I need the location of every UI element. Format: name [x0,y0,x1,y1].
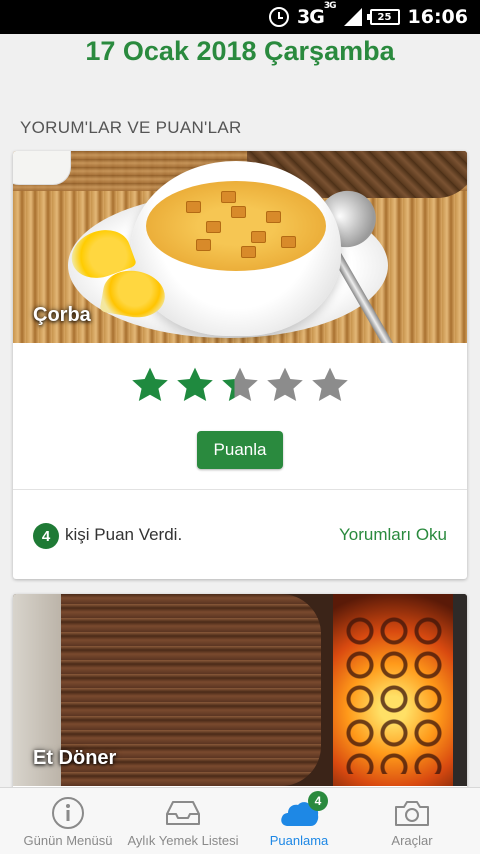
status-icons: 3G3G 25 16:06 [269,0,468,34]
signal-icon [343,8,362,26]
status-bar: 3G3G 25 16:06 [0,0,480,34]
food-image-doner[interactable]: Et Döner [13,594,467,786]
nav-label: Aylık Yemek Listesi [127,833,239,848]
bottom-navigation: Günün Menüsü Aylık Yemek Listesi 4 Puanl… [0,787,480,854]
section-title: YORUM'LAR VE PUAN'LAR [20,118,242,137]
notification-badge: 4 [308,791,328,811]
rating-stars[interactable] [13,363,467,407]
food-name: Çorba [33,304,91,326]
nav-item-gunun-menusu[interactable]: Günün Menüsü [8,788,128,854]
divider [13,489,467,490]
food-card-corba: Çorba Puanla 4 kişi Puan Verdi. Yorumlar… [13,151,467,579]
voter-count-badge: 4 [33,523,59,549]
star-icon[interactable] [218,363,262,407]
rate-button[interactable]: Puanla [197,431,283,469]
star-icon[interactable] [173,363,217,407]
nav-label: Puanlama [269,833,329,848]
cup [13,151,71,185]
post [453,594,467,786]
nav-item-araclar[interactable]: Araçlar [362,788,462,854]
nav-item-puanlama[interactable]: 4 Puanlama [252,788,346,854]
page-title: 17 Ocak 2018 Çarşamba [85,36,395,66]
battery-icon: 25 [366,9,400,25]
grill [343,614,443,774]
alarm-icon [269,7,290,27]
star-icon[interactable] [308,363,352,407]
star-icon[interactable] [263,363,307,407]
camera-icon [395,801,429,826]
nav-label: Günün Menüsü [23,833,113,848]
clock: 16:06 [407,6,468,28]
inbox-icon [166,801,200,825]
network-type: 3G3G [297,0,336,28]
read-comments-link[interactable]: Yorumları Oku [339,525,447,545]
food-card-et-doner: Et Döner [13,594,467,794]
star-icon[interactable] [128,363,172,407]
info-icon [52,797,84,829]
nav-label: Araçlar [391,833,433,848]
food-image-corba[interactable]: Çorba [13,151,467,343]
soup [146,181,326,271]
food-name: Et Döner [33,747,117,769]
voter-count-text: kişi Puan Verdi. [65,525,183,544]
nav-item-aylik-yemek-listesi[interactable]: Aylık Yemek Listesi [122,788,244,854]
